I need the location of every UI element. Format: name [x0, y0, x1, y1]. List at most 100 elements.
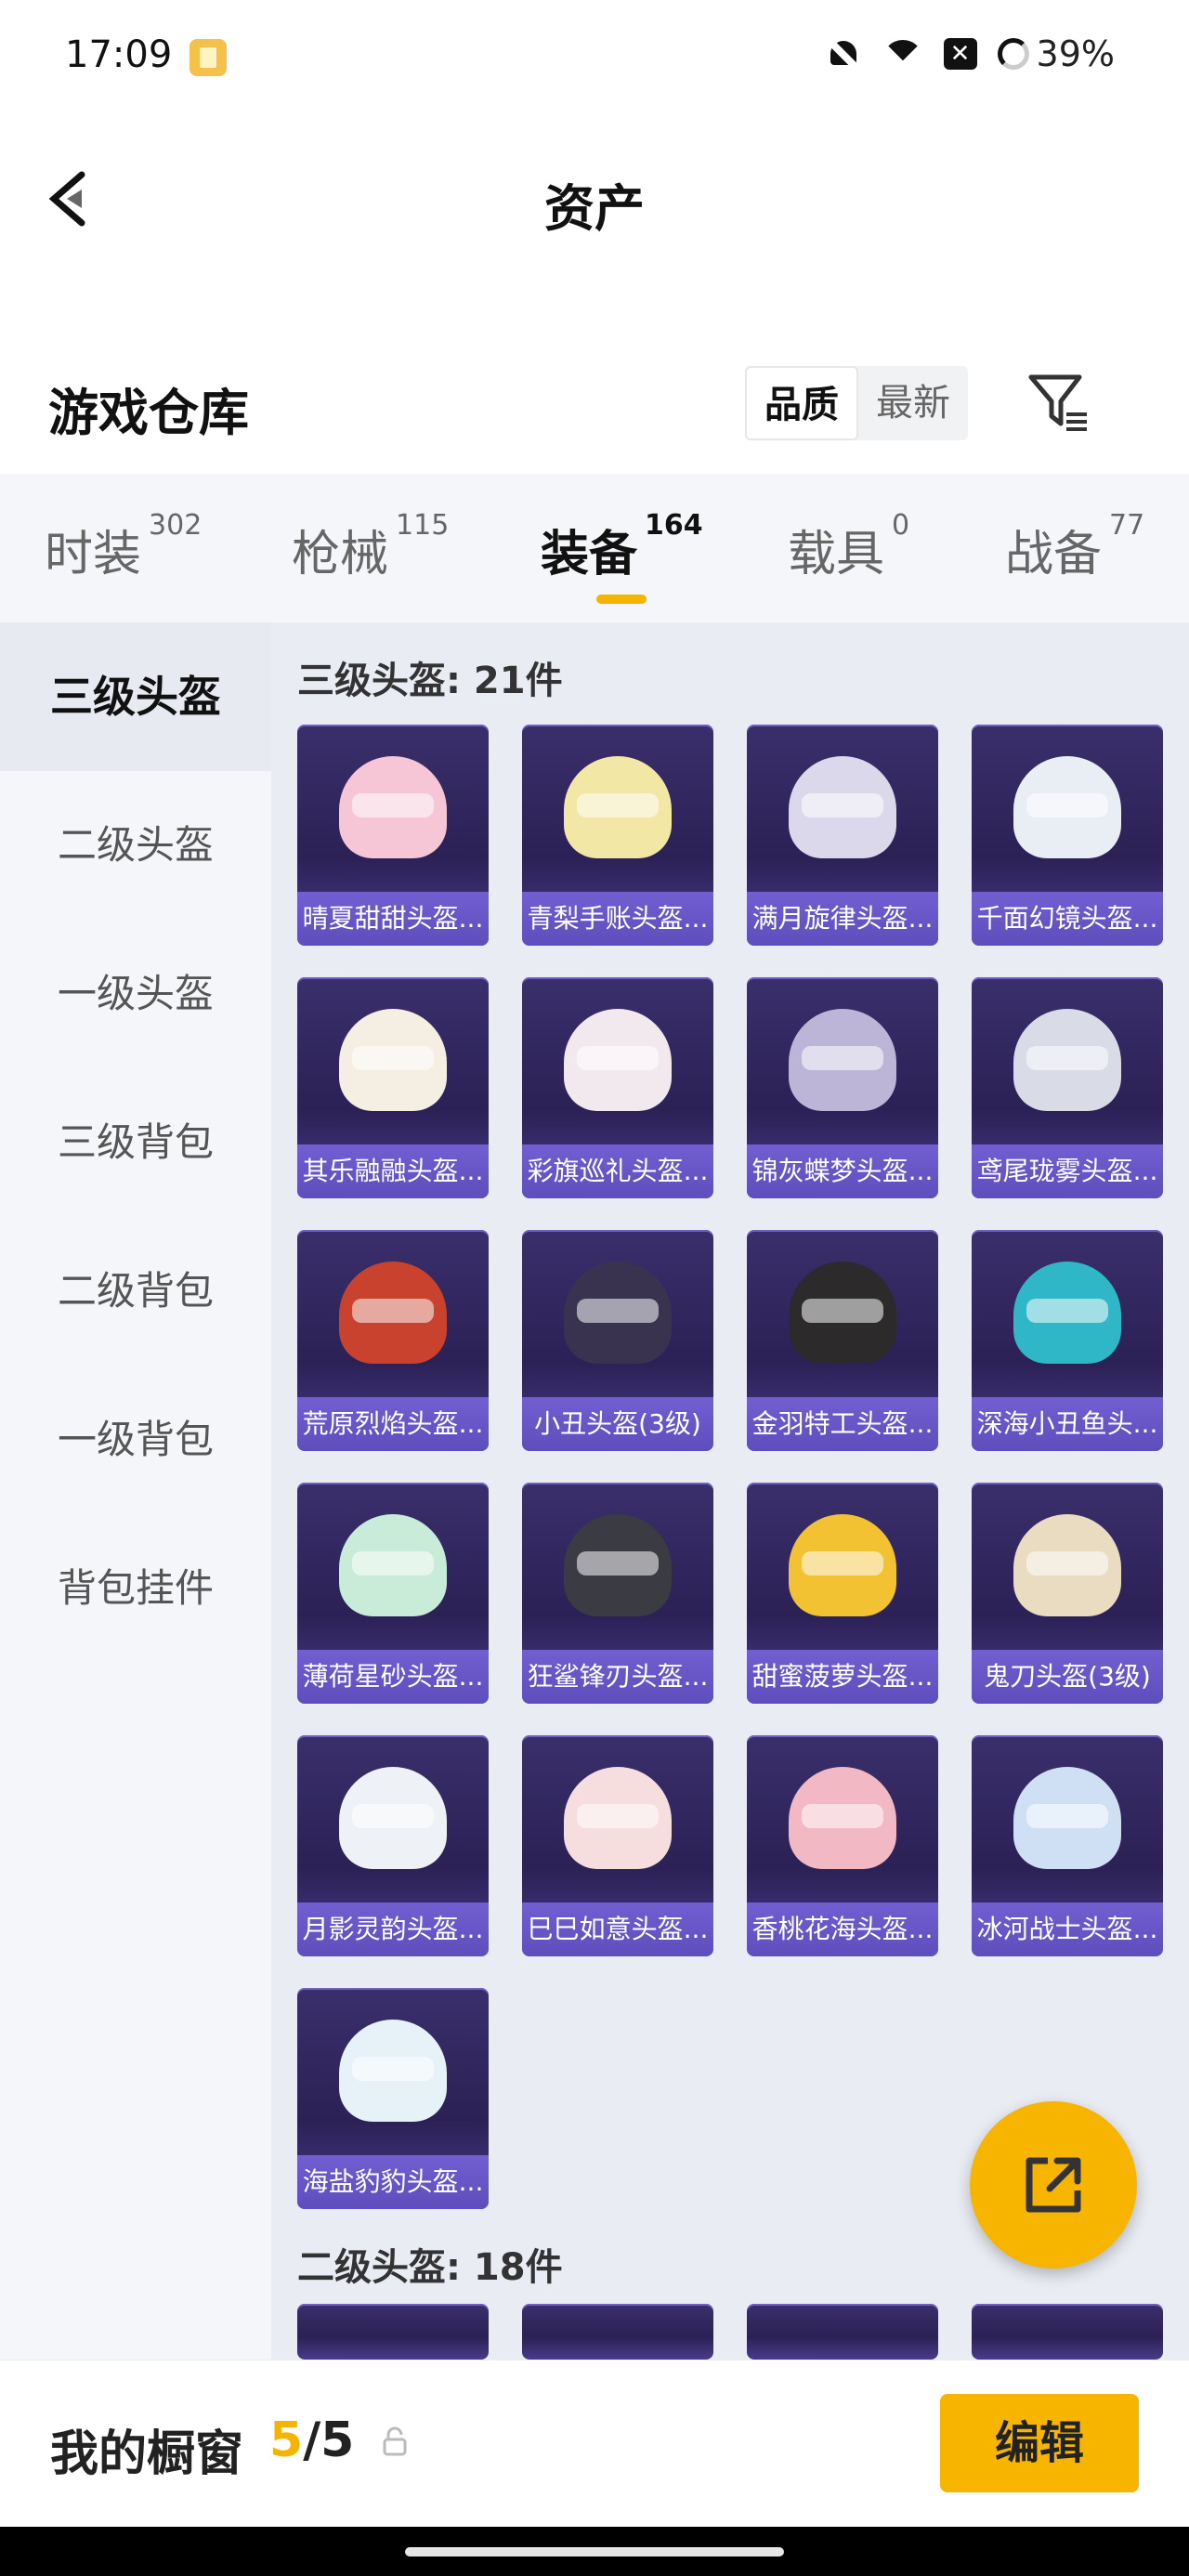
item-name: 月影灵韵头盔... [297, 1903, 489, 1956]
showcase-bar: 我的橱窗 5/5 编辑 [0, 2360, 1189, 2528]
item-name: 甜蜜菠萝头盔... [747, 1650, 938, 1704]
helmet-icon [564, 1767, 672, 1869]
item-name: 彩旗巡礼头盔... [522, 1144, 713, 1198]
active-tab-indicator [596, 595, 647, 604]
group-title: 三级头盔: 21件 [297, 660, 563, 702]
item-card[interactable]: 千面幻镜头盔... [972, 725, 1163, 946]
tab-weapons[interactable]: 枪械115 [292, 509, 449, 584]
item-card[interactable]: 彩旗巡礼头盔... [522, 977, 713, 1198]
item-card[interactable]: 金羽特工头盔... [747, 1230, 938, 1451]
helmet-icon [339, 1514, 447, 1616]
edit-button[interactable]: 编辑 [940, 2394, 1139, 2492]
helmet-icon [1013, 1262, 1121, 1364]
tab-count: 115 [396, 509, 450, 542]
home-indicator[interactable] [405, 2547, 784, 2556]
helmet-icon [789, 1767, 896, 1869]
item-card[interactable]: 鸢尾珑雾头盔... [972, 977, 1163, 1198]
sidebar-item-level2-helmet[interactable]: 二级头盔 [0, 771, 271, 920]
helmet-icon [564, 756, 672, 858]
helmet-icon [789, 1009, 896, 1111]
tab-equipment[interactable]: 装备164 [541, 509, 703, 604]
item-card[interactable] [972, 2304, 1163, 2360]
item-card[interactable]: 薄荷星砂头盔... [297, 1483, 489, 1704]
item-card[interactable]: 月影灵韵头盔... [297, 1735, 489, 1956]
helmet-icon [339, 756, 447, 858]
helmet-icon [564, 1514, 672, 1616]
item-name: 满月旋律头盔... [747, 892, 938, 946]
item-name: 千面幻镜头盔... [972, 892, 1163, 946]
item-name: 锦灰蝶梦头盔... [747, 1144, 938, 1198]
item-card[interactable]: 青梨手账头盔... [522, 725, 713, 946]
item-card[interactable]: 锦灰蝶梦头盔... [747, 977, 938, 1198]
item-card[interactable]: 深海小丑鱼头... [972, 1230, 1163, 1451]
group-title: 二级头盔: 18件 [297, 2246, 563, 2289]
battery-percent: 39% [1036, 33, 1115, 74]
item-name: 深海小丑鱼头... [972, 1397, 1163, 1451]
item-name: 薄荷星砂头盔... [297, 1650, 489, 1704]
item-card[interactable]: 海盐豹豹头盔... [297, 1988, 489, 2209]
sidebar-item-backpack-pendant[interactable]: 背包挂件 [0, 1514, 271, 1663]
item-card[interactable]: 小丑头盔(3级) [522, 1230, 713, 1451]
item-name: 狂鲨锋刃头盔... [522, 1650, 713, 1704]
sort-toggle: 品质 最新 [745, 366, 968, 440]
battery-icon [997, 38, 1029, 70]
sort-latest-button[interactable]: 最新 [858, 366, 968, 440]
helmet-icon [339, 1009, 447, 1111]
item-card[interactable]: 满月旋律头盔... [747, 725, 938, 946]
item-card[interactable] [747, 2304, 938, 2360]
tab-label: 战备 [1005, 527, 1103, 582]
item-name: 鸢尾珑雾头盔... [972, 1144, 1163, 1198]
sidebar-item-level2-backpack[interactable]: 二级背包 [0, 1217, 271, 1366]
share-fab-button[interactable] [970, 2101, 1137, 2269]
category-tabs: 时装302 枪械115 装备164 载具0 战备77 [0, 474, 1189, 622]
item-name: 其乐融融头盔... [297, 1144, 489, 1198]
item-card[interactable]: 荒原烈焰头盔... [297, 1230, 489, 1451]
item-name: 鬼刀头盔(3级) [972, 1650, 1163, 1704]
tab-count: 302 [149, 509, 203, 542]
sidebar-item-level1-helmet[interactable]: 一级头盔 [0, 920, 271, 1068]
item-card[interactable] [297, 2304, 489, 2360]
item-name: 香桃花海头盔... [747, 1903, 938, 1956]
mute-icon [825, 35, 862, 72]
wifi-icon [882, 38, 923, 70]
tab-label: 装备 [541, 527, 638, 582]
subcategory-sidebar: 三级头盔 二级头盔 一级头盔 三级背包 二级背包 一级背包 背包挂件 [0, 622, 271, 2360]
app-notification-icon [189, 39, 227, 76]
item-name: 晴夏甜甜头盔... [297, 892, 489, 946]
item-card[interactable]: 狂鲨锋刃头盔... [522, 1483, 713, 1704]
close-box-icon: ✕ [943, 38, 977, 70]
status-bar: 17:09 ✕ 39% [0, 0, 1189, 111]
tab-supplies[interactable]: 战备77 [1005, 509, 1144, 584]
item-card[interactable]: 冰河战士头盔... [972, 1735, 1163, 1956]
filter-button[interactable] [1026, 370, 1092, 437]
sort-quality-button[interactable]: 品质 [745, 366, 858, 440]
tab-label: 时装 [45, 527, 142, 582]
system-nav-bar [0, 2527, 1189, 2576]
sidebar-item-level3-helmet[interactable]: 三级头盔 [0, 622, 271, 771]
item-card[interactable]: 巳巳如意头盔... [522, 1735, 713, 1956]
tab-vehicles[interactable]: 载具0 [788, 509, 909, 584]
item-name: 小丑头盔(3级) [522, 1397, 713, 1451]
tab-count: 77 [1109, 509, 1145, 542]
warehouse-header: 游戏仓库 品质 最新 [0, 344, 1189, 455]
helmet-icon [1013, 1009, 1121, 1111]
sidebar-item-level1-backpack[interactable]: 一级背包 [0, 1366, 271, 1514]
item-card[interactable]: 香桃花海头盔... [747, 1735, 938, 1956]
item-card[interactable]: 其乐融融头盔... [297, 977, 489, 1198]
item-card[interactable]: 鬼刀头盔(3级) [972, 1483, 1163, 1704]
item-name: 冰河战士头盔... [972, 1903, 1163, 1956]
item-name: 金羽特工头盔... [747, 1397, 938, 1451]
item-card[interactable] [522, 2304, 713, 2360]
helmet-icon [564, 1009, 672, 1111]
helmet-icon [789, 756, 896, 858]
helmet-icon [789, 1262, 896, 1364]
showcase-current: 5 [269, 2413, 304, 2468]
lock-icon [383, 2426, 407, 2456]
item-card[interactable]: 晴夏甜甜头盔... [297, 725, 489, 946]
sidebar-item-level3-backpack[interactable]: 三级背包 [0, 1068, 271, 1217]
item-card[interactable]: 甜蜜菠萝头盔... [747, 1483, 938, 1704]
helmet-icon [1013, 1514, 1121, 1616]
tab-fashion[interactable]: 时装302 [45, 509, 202, 584]
showcase-total: /5 [303, 2413, 355, 2468]
item-name: 巳巳如意头盔... [522, 1903, 713, 1956]
